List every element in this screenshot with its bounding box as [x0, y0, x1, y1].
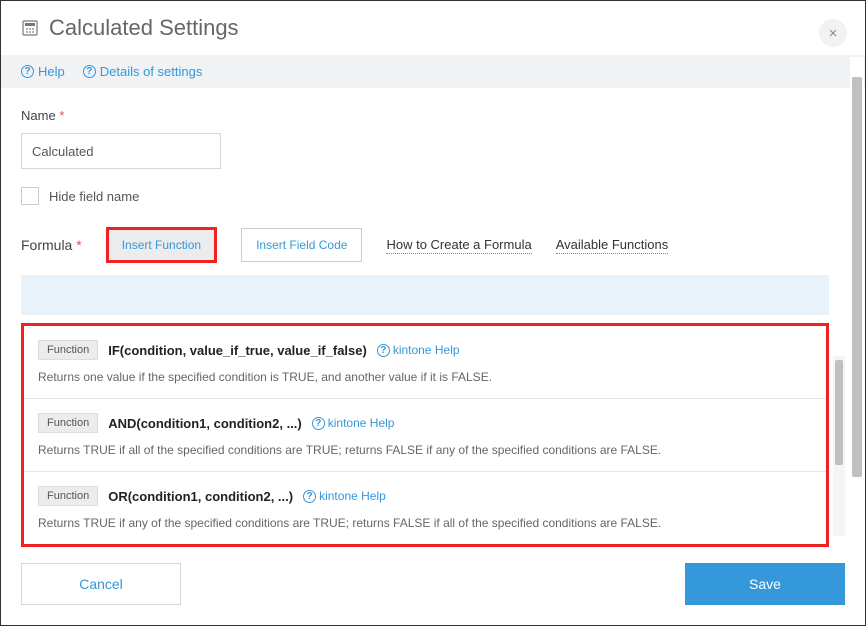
- hide-field-label: Hide field name: [49, 189, 139, 204]
- dialog-title: Calculated Settings: [49, 15, 239, 41]
- close-icon: ×: [829, 25, 838, 42]
- scrollbar-thumb[interactable]: [835, 360, 843, 465]
- question-icon: ?: [377, 344, 390, 357]
- question-icon: ?: [21, 65, 34, 78]
- scrollbar-main[interactable]: [850, 57, 864, 537]
- function-description: Returns TRUE if any of the specified con…: [38, 516, 812, 530]
- required-asterisk: *: [59, 108, 64, 123]
- kintone-help-link[interactable]: ? kintone Help: [377, 343, 460, 357]
- cancel-button[interactable]: Cancel: [21, 563, 181, 605]
- settings-dialog: Calculated Settings × ? Help ? Details o…: [0, 0, 866, 626]
- hide-field-checkbox[interactable]: [21, 187, 39, 205]
- function-item[interactable]: Function IF(condition, value_if_true, va…: [24, 326, 826, 398]
- insert-field-code-button[interactable]: Insert Field Code: [241, 228, 362, 262]
- function-head: Function OR(condition1, condition2, ...)…: [38, 486, 812, 506]
- function-description: Returns one value if the specified condi…: [38, 370, 812, 384]
- hide-field-row: Hide field name: [21, 187, 829, 205]
- help-link[interactable]: ? Help: [21, 64, 65, 79]
- save-button[interactable]: Save: [685, 563, 845, 605]
- calculator-icon: [21, 19, 39, 37]
- help-bar: ? Help ? Details of settings: [1, 55, 865, 88]
- function-tag: Function: [38, 486, 98, 506]
- function-item[interactable]: Function AND(condition1, condition2, ...…: [24, 398, 826, 471]
- function-signature: AND(condition1, condition2, ...): [108, 416, 302, 431]
- details-link[interactable]: ? Details of settings: [83, 64, 203, 79]
- name-input[interactable]: [21, 133, 221, 169]
- function-signature: IF(condition, value_if_true, value_if_fa…: [108, 343, 367, 358]
- formula-controls: Formula * Insert Function Insert Field C…: [21, 227, 829, 263]
- name-label-row: Name *: [21, 108, 829, 123]
- details-link-label: Details of settings: [100, 64, 203, 79]
- question-icon: ?: [83, 65, 96, 78]
- available-functions-link[interactable]: Available Functions: [556, 237, 669, 254]
- function-list: Function IF(condition, value_if_true, va…: [21, 323, 829, 547]
- scroll-content: Calculated Settings × ? Help ? Details o…: [1, 1, 865, 549]
- function-head: Function IF(condition, value_if_true, va…: [38, 340, 812, 360]
- question-icon: ?: [312, 417, 325, 430]
- formula-input-area[interactable]: [21, 275, 829, 315]
- function-tag: Function: [38, 340, 98, 360]
- dialog-header: Calculated Settings: [1, 1, 865, 55]
- name-label: Name: [21, 108, 56, 123]
- scrollbar-function-list[interactable]: [833, 356, 845, 536]
- function-signature: OR(condition1, condition2, ...): [108, 489, 293, 504]
- question-icon: ?: [303, 490, 316, 503]
- function-tag: Function: [38, 413, 98, 433]
- formula-label: Formula *: [21, 237, 82, 253]
- close-button[interactable]: ×: [819, 19, 847, 47]
- function-head: Function AND(condition1, condition2, ...…: [38, 413, 812, 433]
- required-asterisk: *: [76, 237, 81, 253]
- help-link-label: Help: [38, 64, 65, 79]
- kintone-help-link[interactable]: ? kintone Help: [312, 416, 395, 430]
- dialog-body: Name * Hide field name Formula * Insert …: [1, 88, 865, 549]
- function-item[interactable]: Function OR(condition1, condition2, ...)…: [24, 471, 826, 544]
- scrollbar-thumb[interactable]: [852, 77, 862, 477]
- kintone-help-link[interactable]: ? kintone Help: [303, 489, 386, 503]
- insert-function-button[interactable]: Insert Function: [106, 227, 217, 263]
- function-description: Returns TRUE if all of the specified con…: [38, 443, 812, 457]
- dialog-footer: Cancel Save: [1, 549, 865, 625]
- how-to-link[interactable]: How to Create a Formula: [386, 237, 531, 254]
